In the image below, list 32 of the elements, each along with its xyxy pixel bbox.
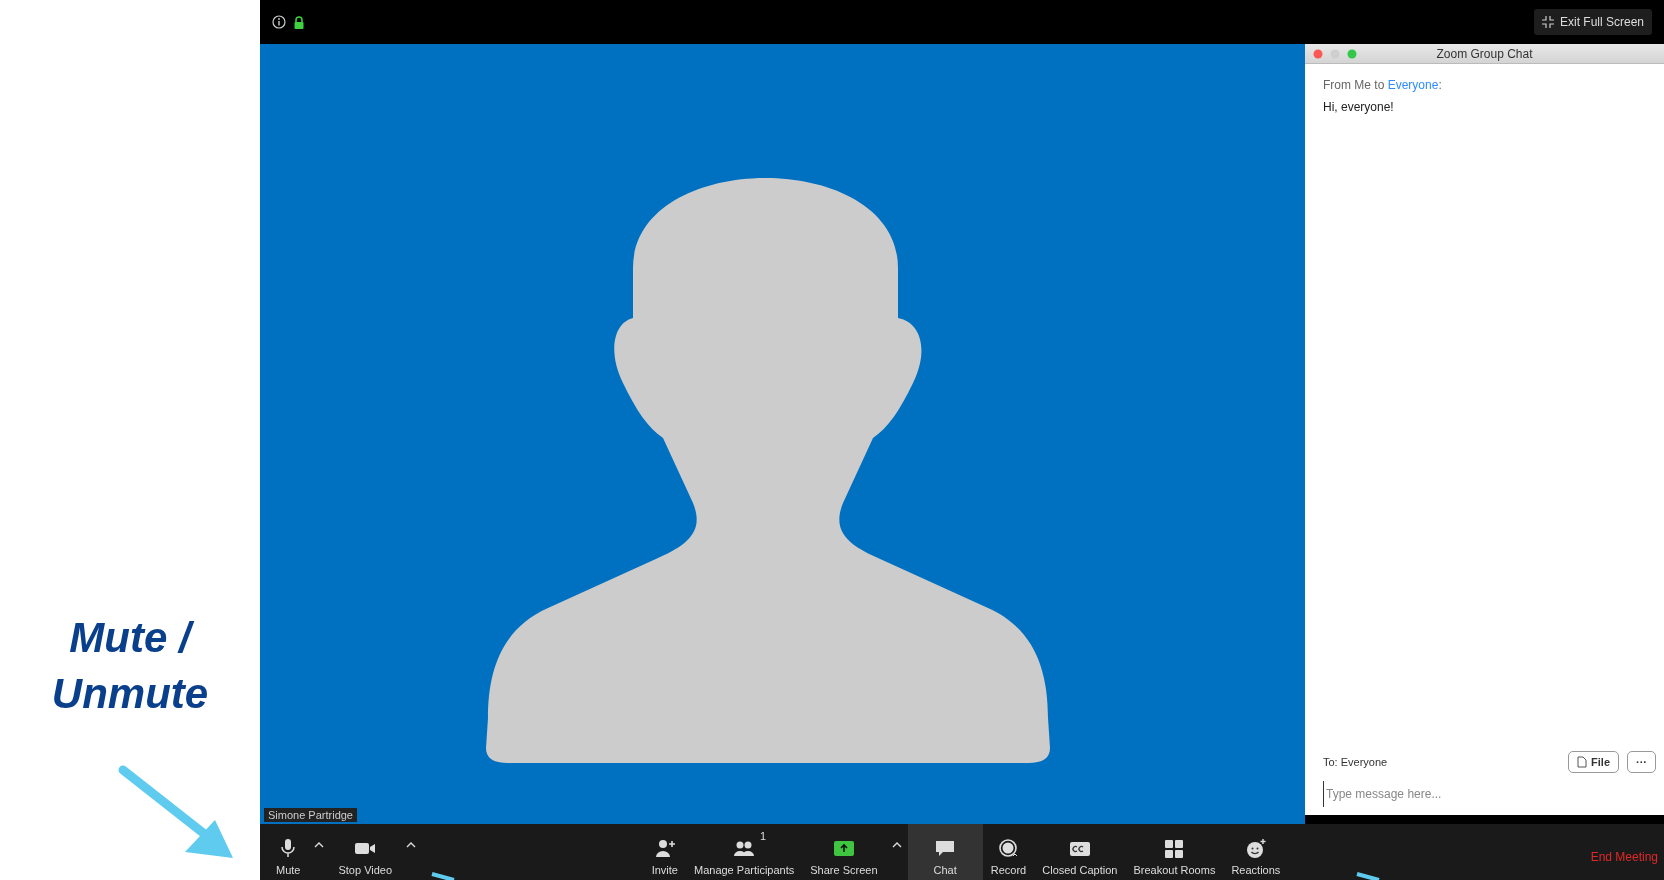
window-title: Zoom Group Chat [1435, 45, 1534, 63]
end-meeting-button[interactable]: End Meeting [1584, 848, 1664, 866]
mute-button[interactable]: Mute [268, 824, 309, 880]
invite-button[interactable]: Invite [643, 824, 686, 880]
recipient-label: To: Everyone [1323, 754, 1388, 770]
file-icon [1577, 755, 1588, 768]
info-icon[interactable] [272, 15, 286, 29]
lock-icon [294, 15, 304, 29]
file-button[interactable]: File [1568, 750, 1619, 773]
participants-button[interactable]: 1 Manage Participants [686, 824, 803, 880]
stop-video-button[interactable]: Stop Video [330, 824, 401, 880]
chat-button[interactable]: Chat [907, 824, 983, 880]
share-screen-button[interactable]: Share Screen [802, 824, 886, 880]
breakout-rooms-button[interactable]: Breakout Rooms [1125, 824, 1224, 880]
participant-count: 1 [760, 829, 767, 844]
annotation-label: Mute / Unmute [51, 613, 209, 719]
collapse-icon [1541, 16, 1554, 28]
record-button[interactable]: Record [982, 824, 1035, 880]
caret-icon [314, 842, 325, 848]
add-person-icon [653, 837, 676, 859]
participant-name: Simone Partridge [264, 808, 357, 822]
grid-icon [1163, 837, 1186, 859]
more-button[interactable]: ··· [1627, 750, 1656, 773]
reactions-button[interactable]: Reactions [1223, 824, 1289, 880]
exit-full-screen-button[interactable]: Exit Full Screen [1533, 9, 1652, 35]
record-icon [997, 837, 1020, 859]
message-header: From Me to Everyone: [1323, 77, 1443, 94]
caret-icon [891, 842, 902, 848]
caret-icon [406, 842, 417, 848]
smiley-icon [1244, 837, 1267, 859]
message-text: Hi, everyone! [1323, 99, 1395, 116]
closed-caption-button[interactable]: Closed Caption [1034, 824, 1126, 880]
